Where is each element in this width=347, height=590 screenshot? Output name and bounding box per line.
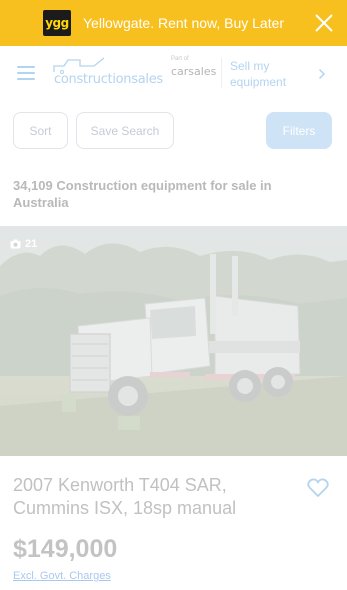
carsales-logo[interactable]: carsales: [171, 65, 216, 78]
brand-logo[interactable]: constructionsales: [50, 56, 163, 90]
part-of-label: Part of: [171, 56, 189, 62]
sort-button[interactable]: Sort: [13, 112, 68, 149]
filters-button[interactable]: Filters: [266, 112, 332, 149]
hamburger-icon[interactable]: [17, 66, 35, 80]
brand-text: constructionsales: [54, 72, 163, 87]
save-search-button[interactable]: Save Search: [76, 112, 174, 149]
photo-count-badge: 21: [10, 236, 37, 252]
results-count: 34,109 Construction equipment for sale i…: [13, 178, 272, 210]
photo-count: 21: [25, 238, 38, 250]
heart-icon[interactable]: [307, 478, 329, 498]
promo-banner[interactable]: ygg Yellowgate. Rent now, Buy Later: [0, 0, 347, 46]
chevron-right-icon[interactable]: [318, 68, 326, 80]
listing-photo[interactable]: [0, 226, 347, 456]
site-header: constructionsales Part of carsales Sell …: [0, 46, 347, 100]
sell-my-equipment-link[interactable]: Sell my equipment: [230, 58, 310, 90]
listing-title[interactable]: 2007 Kenworth T404 SAR, Cummins ISX, 18s…: [13, 474, 283, 520]
close-icon[interactable]: [313, 12, 335, 34]
truck-photo: [0, 226, 347, 456]
promo-text: Yellowgate. Rent now, Buy Later: [83, 15, 285, 31]
search-toolbar: Sort Save Search Filters: [0, 100, 347, 162]
listing-price: $149,000: [13, 535, 118, 563]
header-divider: [221, 58, 222, 88]
yellowgate-logo: ygg: [43, 10, 71, 36]
camera-icon: [10, 239, 21, 249]
excl-govt-charges-link[interactable]: Excl. Govt. Charges: [13, 570, 111, 582]
